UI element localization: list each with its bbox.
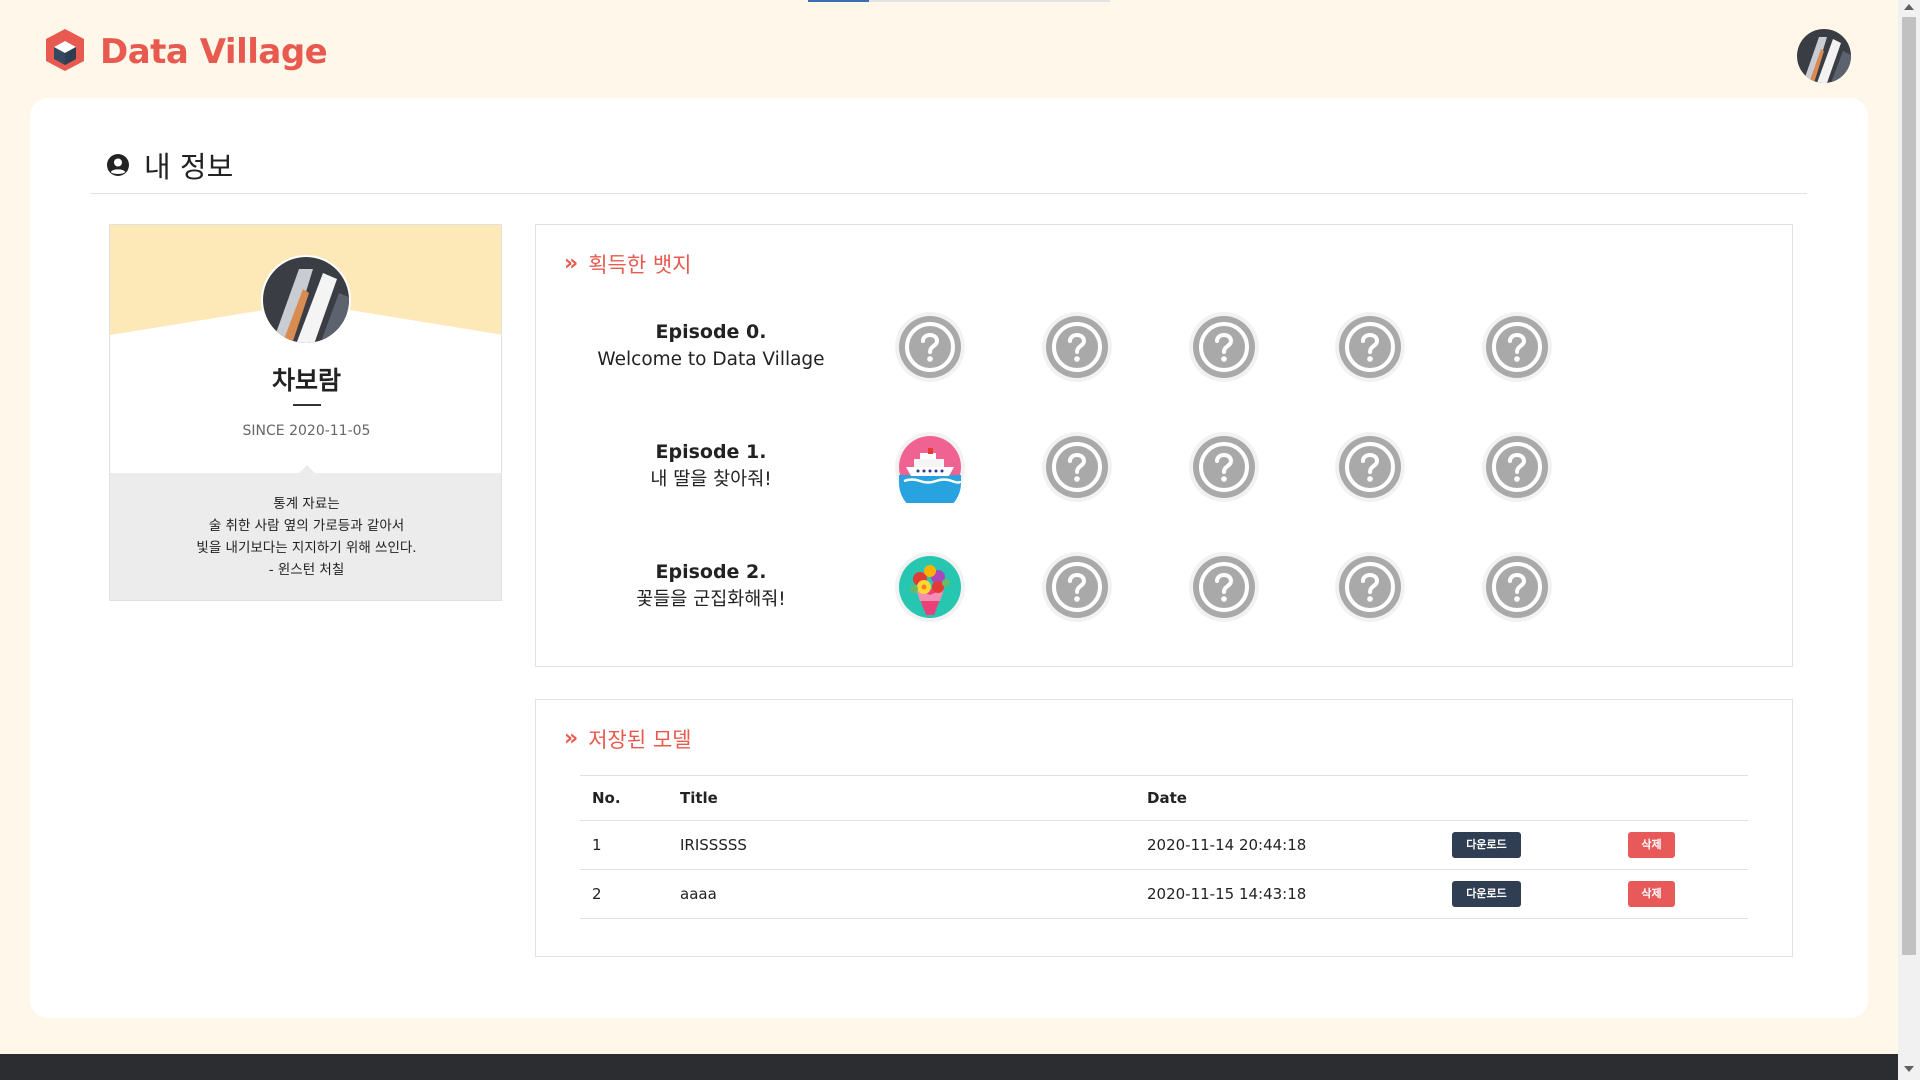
delete-button[interactable]: 삭제 [1628, 832, 1675, 858]
site-header: Data Village [0, 0, 1898, 98]
column-header-title: Title [668, 775, 1135, 821]
saved-models-panel: » 저장된 모델 No. Title Date 1 IRISSSSS 2020-… [535, 699, 1793, 957]
episode-subtitle: Welcome to Data Village [597, 349, 825, 370]
models-heading: » 저장된 모델 [564, 724, 692, 754]
question-badge-icon[interactable] [1041, 551, 1113, 623]
question-badge-icon[interactable] [1041, 311, 1113, 383]
quote-box: 통계 자료는 술 취한 사람 옆의 가로등과 같아서 빛을 내기보다는 지지하기… [110, 465, 501, 600]
table-row: 2 aaaa 2020-11-15 14:43:18 다운로드 삭제 [580, 869, 1748, 919]
question-badge-icon[interactable] [1188, 431, 1260, 503]
user-circle-icon [107, 154, 129, 176]
models-table: No. Title Date 1 IRISSSSS 2020-11-14 20:… [580, 775, 1748, 919]
episode-title: Episode 0. [655, 321, 767, 343]
table-header-row: No. Title Date [580, 775, 1748, 821]
download-button[interactable]: 다운로드 [1452, 881, 1521, 907]
logo-text: Data Village [100, 32, 328, 72]
scroll-down-arrow-icon[interactable] [1904, 1066, 1914, 1072]
flower-bouquet-badge-icon[interactable] [894, 551, 966, 623]
question-badge-icon[interactable] [1188, 551, 1260, 623]
episode-title: Episode 1. [655, 441, 767, 463]
badges-panel: » 획득한 뱃지 Episode 0. Welcome to Data Vill… [535, 224, 1793, 667]
episode-0-label: Episode 0. Welcome to Data Village [581, 318, 841, 374]
table-row: 1 IRISSSSS 2020-11-14 20:44:18 다운로드 삭제 [580, 820, 1748, 870]
column-header-no: No. [580, 775, 668, 821]
double-chevron-right-icon: » [564, 251, 579, 276]
episode-subtitle: 내 딸을 찾아줘! [650, 469, 772, 490]
cell-no: 2 [580, 869, 668, 919]
cell-date: 2020-11-15 14:43:18 [1135, 869, 1440, 919]
badges-heading-text: 획득한 뱃지 [588, 253, 692, 277]
question-badge-icon[interactable] [1188, 311, 1260, 383]
cell-title: aaaa [668, 869, 1135, 919]
quote-line: 빛을 내기보다는 지지하기 위해 쓰인다. [196, 540, 417, 556]
question-badge-icon[interactable] [1481, 551, 1553, 623]
site-footer [0, 1054, 1898, 1080]
cell-no: 1 [580, 820, 668, 870]
header-avatar[interactable] [1797, 29, 1851, 83]
profile-card: 차보람 SINCE 2020-11-05 통계 자료는 술 취한 사람 옆의 가… [109, 224, 502, 601]
cell-download: 다운로드 [1440, 820, 1616, 870]
question-badge-icon[interactable] [1481, 311, 1553, 383]
quote-notch [298, 465, 316, 474]
episode-2-label: Episode 2. 꽃들을 군집화해줘! [581, 558, 841, 614]
cell-delete: 삭제 [1616, 869, 1748, 919]
title-divider [90, 193, 1807, 194]
logo-icon [42, 27, 88, 77]
badges-heading: » 획득한 뱃지 [564, 249, 692, 279]
quote-line: 통계 자료는 [273, 496, 340, 512]
cruise-ship-badge-icon[interactable] [894, 431, 966, 503]
scrollbar-thumb[interactable] [1902, 17, 1916, 955]
question-badge-icon[interactable] [1334, 311, 1406, 383]
double-chevron-right-icon: » [564, 726, 579, 751]
page-title-text: 내 정보 [144, 150, 234, 184]
quote-text: 통계 자료는 술 취한 사람 옆의 가로등과 같아서 빛을 내기보다는 지지하기… [110, 493, 501, 581]
question-badge-icon[interactable] [1041, 431, 1113, 503]
question-badge-icon[interactable] [1481, 431, 1553, 503]
quote-author: - 윈스턴 처칠 [268, 562, 345, 578]
column-header-date: Date [1135, 775, 1440, 821]
profile-avatar [261, 255, 351, 345]
cell-delete: 삭제 [1616, 820, 1748, 870]
cell-date: 2020-11-14 20:44:18 [1135, 820, 1440, 870]
episode-1-label: Episode 1. 내 딸을 찾아줘! [581, 438, 841, 494]
logo[interactable]: Data Village [42, 27, 328, 77]
episode-title: Episode 2. [655, 561, 767, 583]
vertical-scrollbar[interactable] [1898, 0, 1920, 1080]
models-heading-text: 저장된 모델 [588, 728, 692, 752]
question-badge-icon[interactable] [894, 311, 966, 383]
quote-line: 술 취한 사람 옆의 가로등과 같아서 [208, 518, 405, 534]
download-button[interactable]: 다운로드 [1452, 832, 1521, 858]
cell-download: 다운로드 [1440, 869, 1616, 919]
profile-divider [293, 404, 321, 406]
scroll-up-arrow-icon[interactable] [1904, 4, 1914, 10]
episode-subtitle: 꽃들을 군집화해줘! [636, 589, 786, 610]
profile-name: 차보람 [271, 366, 341, 395]
delete-button[interactable]: 삭제 [1628, 881, 1675, 907]
main-content-card: 내 정보 차보람 SINCE 2020-11-05 통계 자료는 술 취한 사람… [30, 98, 1868, 1018]
column-header-download [1440, 775, 1616, 821]
question-badge-icon[interactable] [1334, 551, 1406, 623]
profile-since: SINCE 2020-11-05 [242, 423, 371, 439]
question-badge-icon[interactable] [1334, 431, 1406, 503]
page-title: 내 정보 [106, 144, 233, 186]
column-header-delete [1616, 775, 1748, 821]
cell-title: IRISSSSS [668, 820, 1135, 870]
